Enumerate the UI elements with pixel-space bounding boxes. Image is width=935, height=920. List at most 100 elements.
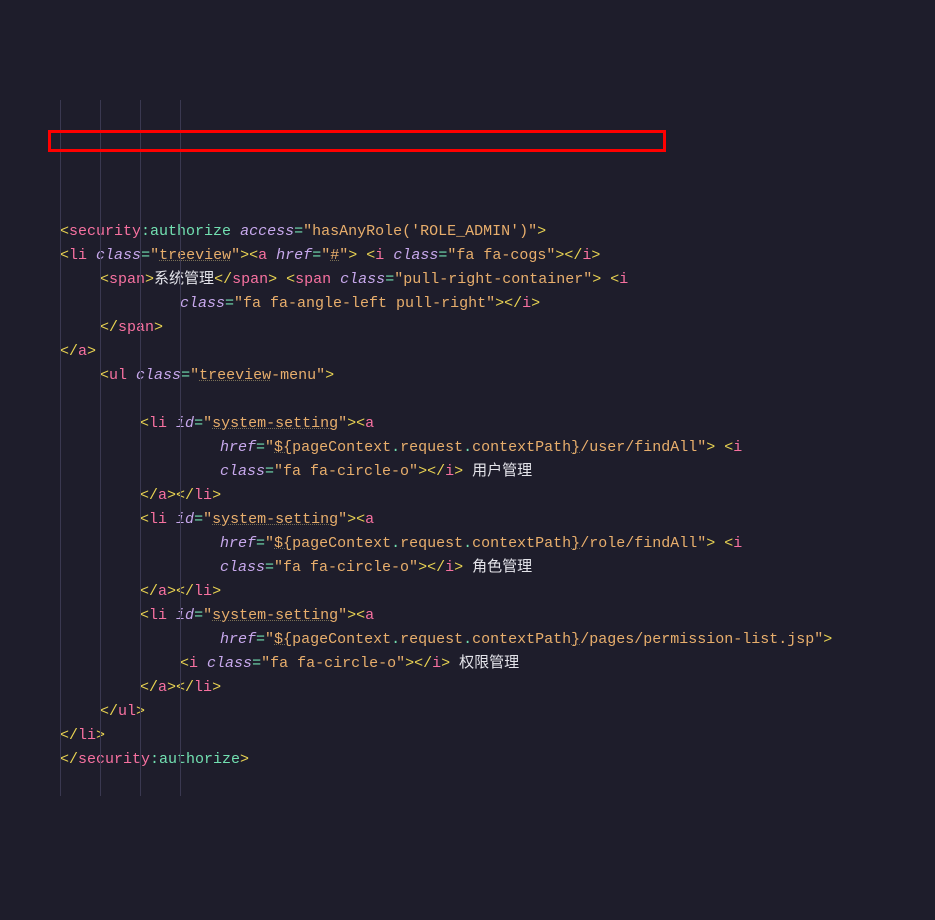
code-line[interactable]: </security:authorize>	[0, 748, 935, 772]
code-token: "	[203, 415, 212, 432]
code-line[interactable]: <ul class="treeview-menu">	[0, 364, 935, 388]
code-line[interactable]: href="${pageContext.request.contextPath}…	[0, 628, 935, 652]
code-line[interactable]	[0, 196, 935, 220]
code-line[interactable]: href="${pageContext.request.contextPath}…	[0, 532, 935, 556]
code-line[interactable]	[0, 388, 935, 412]
code-token: treeview	[159, 247, 231, 264]
code-line[interactable]: </a></li>	[0, 676, 935, 700]
code-line[interactable]: </a></li>	[0, 484, 935, 508]
code-token: </	[140, 583, 158, 600]
code-token: </	[60, 727, 78, 744]
code-line[interactable]: </ul>	[0, 700, 935, 724]
code-token: }	[571, 631, 580, 648]
code-token: "fa fa-cogs"	[447, 247, 555, 264]
code-token: -menu"	[271, 367, 325, 384]
code-token: ul	[118, 703, 136, 720]
code-line[interactable]: </a>	[0, 340, 935, 364]
code-token: >	[454, 463, 463, 480]
code-token: security	[78, 751, 150, 768]
code-token: class	[207, 655, 252, 672]
code-token: class	[180, 295, 225, 312]
code-token: span	[109, 271, 145, 288]
code-token: <	[724, 535, 733, 552]
code-token: =	[194, 511, 203, 528]
code-line[interactable]: </span>	[0, 316, 935, 340]
code-token	[267, 247, 276, 264]
code-line[interactable]: class="fa fa-circle-o"></i> 角色管理	[0, 556, 935, 580]
code-token: id	[176, 511, 194, 528]
code-token: >	[136, 703, 145, 720]
code-line[interactable]: <li id="system-setting"><a	[0, 412, 935, 436]
code-token: }	[571, 535, 580, 552]
code-token: class	[136, 367, 181, 384]
code-token: ${	[274, 439, 292, 456]
code-token: =	[194, 415, 203, 432]
code-token: =	[225, 295, 234, 312]
code-token: >	[706, 535, 715, 552]
code-token: 用户管理	[463, 463, 532, 480]
code-token: "	[190, 367, 199, 384]
code-token: >	[212, 487, 221, 504]
code-token: system-setting	[212, 607, 338, 624]
code-token: </	[214, 271, 232, 288]
code-token: href	[276, 247, 312, 264]
code-editor[interactable]: <security:authorize access="hasAnyRole('…	[0, 100, 935, 796]
code-line[interactable]: href="${pageContext.request.contextPath}…	[0, 436, 935, 460]
code-line[interactable]: class="fa fa-angle-left pull-right"></i>	[0, 292, 935, 316]
code-token: "hasAnyRole('ROLE_ADMIN')"	[303, 223, 537, 240]
code-token: ></	[167, 487, 194, 504]
code-token: <	[180, 655, 189, 672]
code-token: /role/findAll"	[580, 535, 706, 552]
code-token: "	[265, 439, 274, 456]
code-token: "pull-right-container"	[394, 271, 592, 288]
code-line[interactable]: <li id="system-setting"><a	[0, 508, 935, 532]
code-token: >	[212, 583, 221, 600]
code-token: "	[231, 247, 240, 264]
code-line[interactable]: class="fa fa-circle-o"></i> 用户管理	[0, 460, 935, 484]
code-token: pageContext	[292, 535, 391, 552]
code-line[interactable]: <i class="fa fa-circle-o"></i> 权限管理	[0, 652, 935, 676]
code-token: ${	[274, 631, 292, 648]
code-token: =	[265, 463, 274, 480]
code-token: >	[96, 727, 105, 744]
code-token: "	[338, 511, 347, 528]
code-token: li	[69, 247, 87, 264]
code-token	[277, 271, 286, 288]
code-line[interactable]: <li class="treeview"><a href="#"> <i cla…	[0, 244, 935, 268]
code-token	[715, 535, 724, 552]
code-token: i	[432, 655, 441, 672]
code-token: .	[463, 439, 472, 456]
code-token: <	[100, 271, 109, 288]
code-line[interactable]: </a></li>	[0, 580, 935, 604]
code-token: "	[265, 535, 274, 552]
code-token: system-setting	[212, 511, 338, 528]
code-token: </	[100, 703, 118, 720]
code-line[interactable]: <li id="system-setting"><a	[0, 604, 935, 628]
code-token: "	[150, 247, 159, 264]
code-token: href	[220, 535, 256, 552]
code-token: li	[149, 511, 167, 528]
code-token: ul	[109, 367, 127, 384]
code-token	[87, 247, 96, 264]
code-token: <	[140, 511, 149, 528]
code-token: <	[366, 247, 375, 264]
code-token: ></	[418, 463, 445, 480]
code-token: contextPath	[472, 439, 571, 456]
code-token: id	[176, 415, 194, 432]
code-token: class	[393, 247, 438, 264]
code-lines[interactable]: <security:authorize access="hasAnyRole('…	[0, 196, 935, 772]
code-token: i	[445, 463, 454, 480]
code-token: =	[312, 247, 321, 264]
code-token: li	[194, 487, 212, 504]
code-token: ></	[418, 559, 445, 576]
code-token: a	[158, 487, 167, 504]
code-token: "	[203, 511, 212, 528]
code-token: </	[100, 319, 118, 336]
code-token: treeview	[199, 367, 271, 384]
code-token: "fa fa-circle-o"	[274, 559, 418, 576]
code-line[interactable]: <span>系统管理</span> <span class="pull-righ…	[0, 268, 935, 292]
code-token: class	[96, 247, 141, 264]
code-line[interactable]: </li>	[0, 724, 935, 748]
code-line[interactable]: <security:authorize access="hasAnyRole('…	[0, 220, 935, 244]
code-token: <	[100, 367, 109, 384]
